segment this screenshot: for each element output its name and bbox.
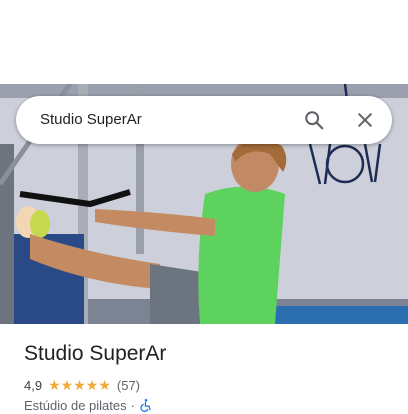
search-bar[interactable]: Studio SuperAr (16, 96, 392, 144)
star-icon: ★ (48, 377, 61, 393)
star-icon: ★ (73, 377, 86, 393)
search-icon[interactable] (302, 108, 326, 132)
place-category: Estúdio de pilates (24, 397, 127, 413)
star-icon: ★ (85, 377, 99, 393)
close-icon[interactable] (353, 108, 377, 132)
rating-row[interactable]: 4,9 ★ ★ ★ ★ ★ (57) (24, 376, 140, 394)
star-rating: ★ ★ ★ ★ ★ (48, 378, 111, 392)
star-icon: ★ (98, 377, 111, 393)
rating-value: 4,9 (24, 377, 43, 393)
search-query[interactable]: Studio SuperAr (40, 96, 142, 144)
place-info-panel: Studio SuperAr 4,9 ★ ★ ★ ★ ★ (57) Estúdi… (0, 324, 408, 413)
star-icon: ★ (60, 377, 74, 393)
top-blank-area (0, 0, 408, 84)
place-title: Studio SuperAr (24, 342, 167, 365)
wheelchair-icon (139, 398, 153, 412)
category-row: Estúdio de pilates · (24, 396, 153, 414)
separator-dot: · (130, 397, 135, 413)
review-count[interactable]: (57) (117, 378, 140, 393)
